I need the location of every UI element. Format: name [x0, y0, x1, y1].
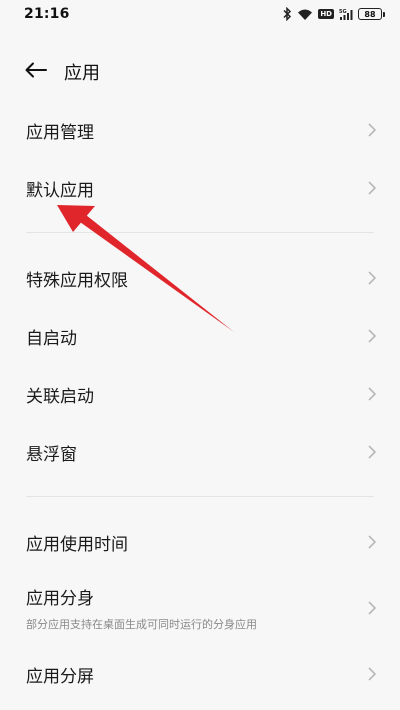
chevron-right-icon — [368, 601, 376, 615]
menu-item-floating-window[interactable]: 悬浮窗 — [0, 426, 400, 478]
battery-indicator: 88 — [358, 8, 385, 20]
menu-item-associated-start[interactable]: 关联启动 — [0, 368, 400, 420]
menu-item-label: 特殊应用权限 — [26, 270, 128, 291]
menu-item-label: 关联启动 — [26, 386, 94, 407]
menu-item-app-usage-time[interactable]: 应用使用时间 — [0, 516, 400, 568]
menu-item-label: 应用管理 — [26, 122, 94, 143]
menu-item-label: 自启动 — [26, 328, 77, 349]
menu-item-label: 应用分屏 — [26, 666, 94, 687]
menu-item-split-screen[interactable]: 应用分屏 — [0, 648, 400, 700]
wifi-icon — [297, 8, 313, 21]
status-time: 21:16 — [24, 6, 70, 22]
chevron-right-icon — [368, 181, 376, 195]
chevron-right-icon — [368, 329, 376, 343]
signal-icon: 5G — [339, 8, 353, 21]
chevron-right-icon — [368, 123, 376, 137]
menu-item-label: 应用分身 — [26, 589, 94, 609]
chevron-right-icon — [368, 667, 376, 681]
section-divider — [26, 232, 374, 233]
menu-item-text: 应用分身 部分应用支持在桌面生成可同时运行的分身应用 — [26, 584, 257, 632]
signal-label: 5G — [339, 9, 347, 15]
chevron-right-icon — [368, 445, 376, 459]
app-header: 应用 — [0, 50, 400, 94]
arrow-left-icon — [25, 62, 47, 82]
chevron-right-icon — [368, 387, 376, 401]
section-divider — [26, 496, 374, 497]
menu-item-label: 应用使用时间 — [26, 534, 128, 555]
chevron-right-icon — [368, 535, 376, 549]
menu-item-label: 悬浮窗 — [26, 444, 77, 465]
menu-item-app-clone[interactable]: 应用分身 部分应用支持在桌面生成可同时运行的分身应用 — [0, 574, 400, 642]
menu-item-auto-start[interactable]: 自启动 — [0, 310, 400, 362]
status-bar: 21:16 HD 5G 88 — [0, 0, 400, 28]
battery-level: 88 — [364, 9, 376, 19]
bluetooth-icon — [282, 7, 292, 21]
menu-item-subtitle: 部分应用支持在桌面生成可同时运行的分身应用 — [26, 618, 257, 631]
menu-item-label: 默认应用 — [26, 180, 94, 201]
hd-badge: HD — [318, 9, 334, 19]
back-button[interactable] — [8, 50, 64, 94]
page-title: 应用 — [64, 63, 100, 84]
menu-item-special-permissions[interactable]: 特殊应用权限 — [0, 252, 400, 304]
menu-item-app-management[interactable]: 应用管理 — [0, 104, 400, 156]
status-icons: HD 5G 88 — [282, 7, 385, 21]
menu-item-default-apps[interactable]: 默认应用 — [0, 162, 400, 214]
chevron-right-icon — [368, 271, 376, 285]
